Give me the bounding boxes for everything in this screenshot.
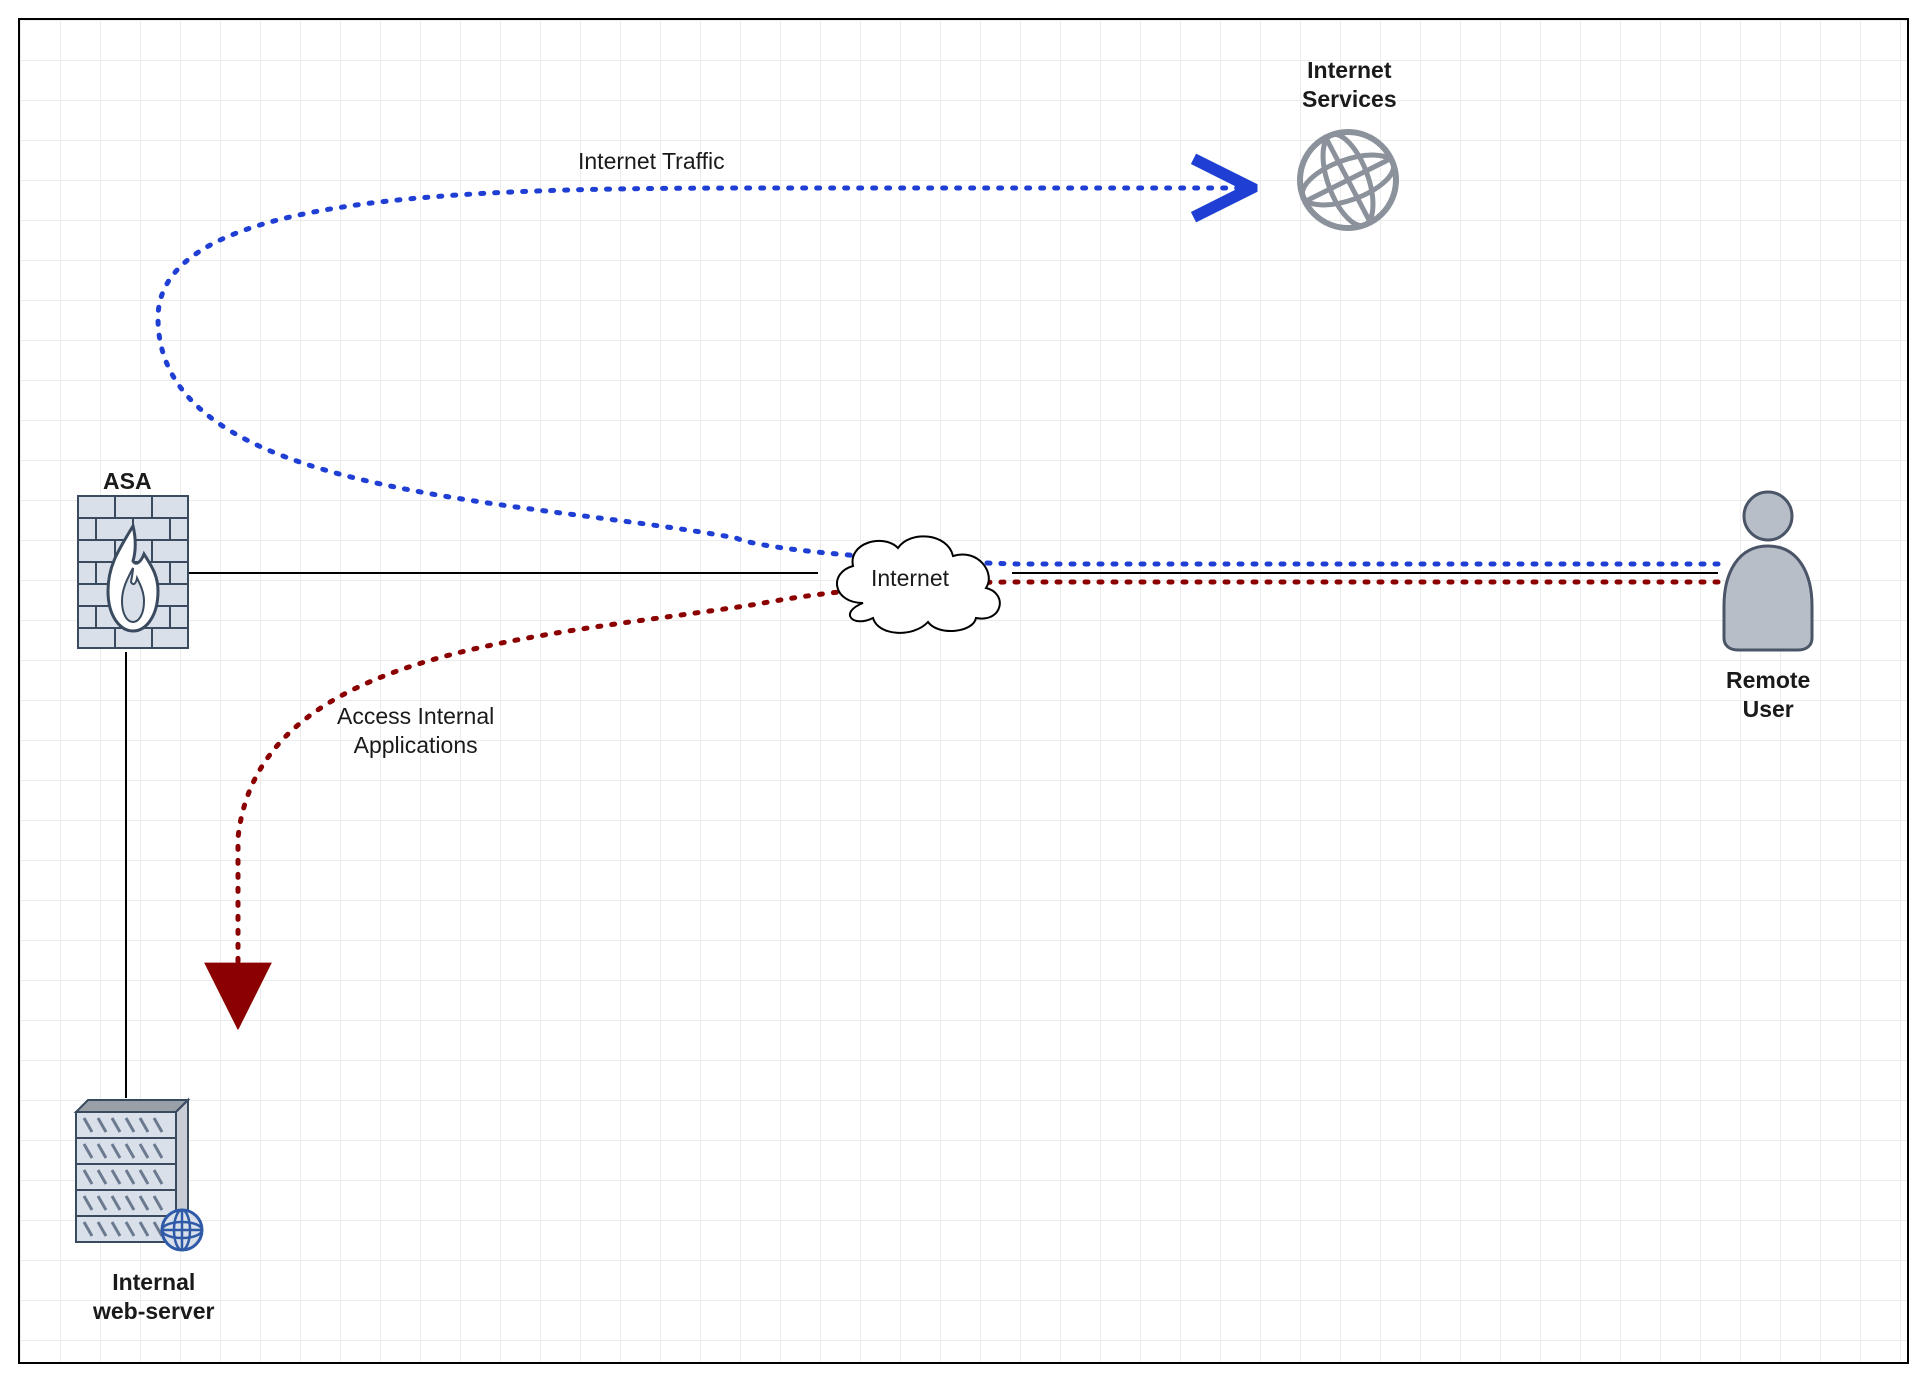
diagram-canvas: ASA Internet Internet Services Remote Us…: [0, 0, 1923, 1378]
grid-background: [18, 18, 1909, 1364]
